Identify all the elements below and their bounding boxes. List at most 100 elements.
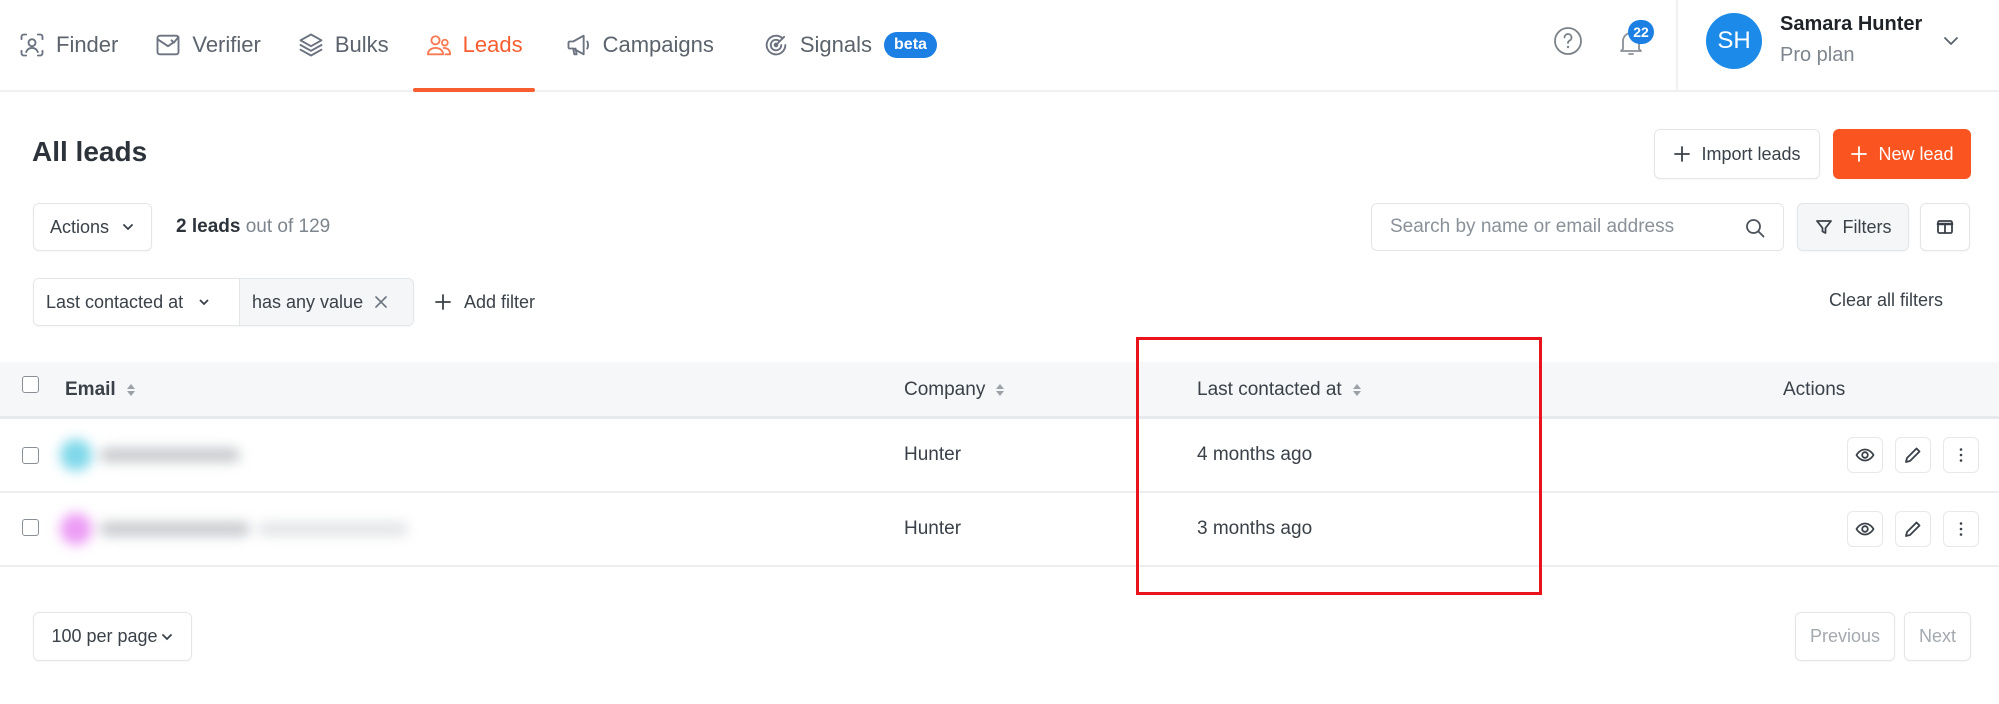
- row-checkbox[interactable]: [22, 519, 39, 536]
- nav-item-finder[interactable]: Finder: [6, 0, 130, 90]
- users-icon: [426, 35, 451, 56]
- clear-all-filters-button[interactable]: Clear all filters: [1829, 290, 1943, 311]
- edit-lead-button[interactable]: [1895, 511, 1931, 547]
- column-header-last-contacted[interactable]: Last contacted at: [1197, 379, 1362, 401]
- column-header-label: Company: [904, 379, 986, 400]
- redacted-email-text: [100, 448, 240, 462]
- user-name: Samara Hunter: [1780, 13, 1923, 35]
- megaphone-icon: [567, 34, 589, 56]
- pencil-icon: [1905, 521, 1921, 537]
- leads-table: Email Company Last contacted at Actions …: [0, 362, 1999, 567]
- per-page-dropdown[interactable]: 100 per page: [33, 612, 192, 661]
- last-contacted-cell: 3 months ago: [1197, 518, 1313, 539]
- chevron-down-icon: [123, 224, 133, 231]
- view-lead-button[interactable]: [1847, 437, 1883, 473]
- page-title: All leads: [32, 136, 148, 167]
- last-contacted-cell: 4 months ago: [1197, 444, 1313, 465]
- nav-item-leads[interactable]: Leads: [412, 0, 535, 92]
- table-row[interactable]: Hunter 3 months ago: [0, 493, 1999, 567]
- layers-icon: [299, 33, 323, 57]
- more-vertical-icon: [1959, 522, 1963, 536]
- user-menu[interactable]: SH Samara Hunter Pro plan: [1678, 0, 1999, 90]
- table-header: Email Company Last contacted at Actions: [0, 362, 1999, 419]
- nav-label-verifier: Verifier: [192, 32, 261, 57]
- help-button[interactable]: [1552, 25, 1584, 57]
- table-row[interactable]: Hunter 4 months ago: [0, 419, 1999, 493]
- sort-icon[interactable]: [1352, 382, 1362, 398]
- company-cell: Hunter: [904, 518, 962, 539]
- email-cell-redacted: [60, 511, 408, 547]
- search-icon[interactable]: [1743, 216, 1767, 240]
- redacted-email-text: [258, 522, 408, 536]
- email-cell-redacted: [60, 437, 240, 473]
- new-lead-button[interactable]: New lead: [1833, 129, 1971, 179]
- filter-field-dropdown[interactable]: Last contacted at: [34, 279, 240, 325]
- main-nav: Finder Verifier Bulks Leads Campaigns Si…: [0, 0, 949, 92]
- actions-dropdown[interactable]: Actions: [33, 203, 152, 251]
- lead-avatar: [60, 513, 92, 545]
- pencil-icon: [1905, 447, 1921, 463]
- column-header-label: Email: [65, 379, 116, 400]
- filters-button[interactable]: Filters: [1797, 203, 1909, 251]
- nav-item-signals[interactable]: Signals beta: [750, 0, 949, 90]
- nav-label-campaigns: Campaigns: [602, 32, 714, 57]
- import-leads-label: Import leads: [1701, 143, 1801, 164]
- nav-item-campaigns[interactable]: Campaigns: [553, 0, 726, 90]
- active-filter-chip: Last contacted at has any value: [33, 278, 414, 326]
- column-header-actions: Actions: [1783, 379, 1845, 401]
- notifications-button[interactable]: 22: [1614, 20, 1654, 62]
- chevron-down-icon: [161, 633, 172, 640]
- per-page-label: 100 per page: [51, 626, 158, 646]
- select-all-checkbox[interactable]: [22, 376, 39, 393]
- leads-count-total: out of 129: [240, 216, 331, 237]
- filter-funnel-icon: [1815, 220, 1832, 234]
- column-header-email[interactable]: Email: [65, 379, 136, 401]
- user-scan-icon: [20, 33, 44, 57]
- column-header-company[interactable]: Company: [904, 379, 1005, 401]
- sort-icon[interactable]: [995, 382, 1005, 398]
- nav-item-bulks[interactable]: Bulks: [285, 0, 401, 90]
- user-plan: Pro plan: [1780, 44, 1855, 66]
- columns-icon: [1936, 220, 1954, 234]
- filters-label: Filters: [1842, 216, 1892, 237]
- row-checkbox[interactable]: [22, 447, 39, 464]
- add-filter-button[interactable]: Add filter: [434, 286, 535, 318]
- chevron-down-icon: [199, 299, 209, 306]
- beta-badge: beta: [884, 32, 937, 58]
- column-header-label: Actions: [1783, 379, 1846, 400]
- notification-count-badge: 22: [1628, 20, 1654, 44]
- nav-label-finder: Finder: [56, 32, 119, 57]
- chevron-down-icon: [1944, 37, 1958, 45]
- more-options-button[interactable]: [1943, 511, 1979, 547]
- sort-icon[interactable]: [126, 382, 136, 398]
- more-vertical-icon: [1959, 448, 1963, 462]
- lead-avatar: [60, 439, 92, 471]
- search-input[interactable]: [1390, 204, 1730, 250]
- row-actions: [1847, 437, 1979, 473]
- row-actions: [1847, 511, 1979, 547]
- import-leads-button[interactable]: Import leads: [1654, 129, 1820, 179]
- search-field[interactable]: [1371, 203, 1784, 251]
- filter-value[interactable]: has any value: [240, 279, 413, 325]
- nav-item-verifier[interactable]: Verifier: [142, 0, 272, 90]
- leads-count-selected: 2 leads: [176, 216, 241, 237]
- radar-icon: [765, 34, 787, 56]
- nav-label-bulks: Bulks: [334, 32, 389, 57]
- mail-check-icon: [156, 34, 180, 56]
- help-circle-icon: [1554, 27, 1582, 55]
- edit-lead-button[interactable]: [1895, 437, 1931, 473]
- view-lead-button[interactable]: [1847, 511, 1883, 547]
- close-icon[interactable]: [373, 294, 389, 310]
- avatar: SH: [1706, 13, 1762, 69]
- leads-count: 2 leads out of 129: [176, 216, 330, 238]
- eye-icon: [1855, 522, 1875, 536]
- previous-page-button[interactable]: Previous: [1795, 612, 1895, 661]
- more-options-button[interactable]: [1943, 437, 1979, 473]
- next-page-button[interactable]: Next: [1904, 612, 1971, 661]
- new-lead-label: New lead: [1878, 143, 1954, 164]
- columns-view-button[interactable]: [1920, 203, 1970, 251]
- plus-icon: [1674, 146, 1691, 162]
- nav-label-signals: Signals: [799, 32, 873, 57]
- actions-label: Actions: [49, 216, 110, 237]
- add-filter-label: Add filter: [464, 291, 536, 312]
